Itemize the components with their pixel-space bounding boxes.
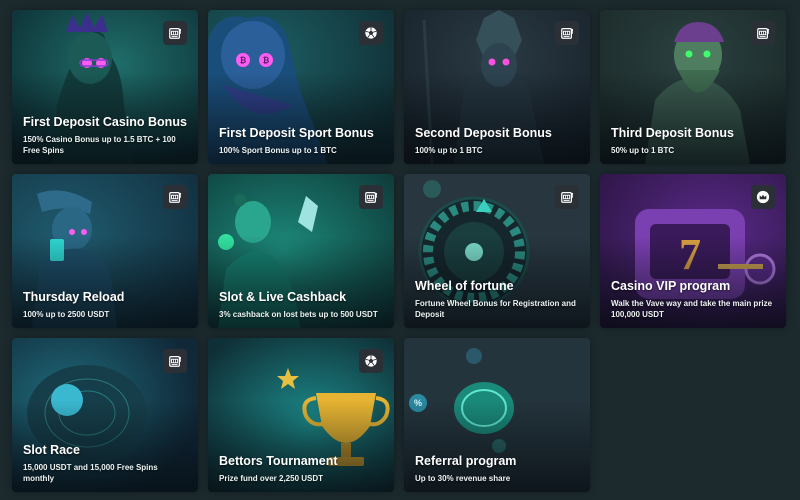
promo-card-casino-vip[interactable]: 7 Casino VIP program Walk the Vave way a… <box>600 174 786 328</box>
promo-title: Second Deposit Bonus <box>415 126 552 140</box>
promo-title: Wheel of fortune <box>415 279 514 293</box>
slot-machine-icon <box>163 185 187 209</box>
promo-card-second-deposit[interactable]: Second Deposit Bonus 100% up to 1 BTC <box>404 10 590 164</box>
promo-card-slot-race[interactable]: Slot Race 15,000 USDT and 15,000 Free Sp… <box>12 338 198 492</box>
promo-title: Slot & Live Cashback <box>219 290 347 304</box>
slot-machine-icon <box>555 21 579 45</box>
promo-title: Slot Race <box>23 443 80 457</box>
promo-title: Referral program <box>415 454 517 468</box>
promotions-grid: First Deposit Casino Bonus 150% Casino B… <box>12 10 786 492</box>
promo-description: Up to 30% revenue share <box>415 474 511 483</box>
promo-title: Casino VIP program <box>611 279 731 293</box>
slot-machine-icon <box>163 21 187 45</box>
slot-machine-icon <box>359 185 383 209</box>
crown-icon <box>751 185 775 209</box>
promo-title: Thursday Reload <box>23 290 125 304</box>
promo-card-third-deposit[interactable]: Third Deposit Bonus 50% up to 1 BTC <box>600 10 786 164</box>
promo-card-bettors-tournament[interactable]: Bettors Tournament Prize fund over 2,250… <box>208 338 394 492</box>
promo-card-wheel-of-fortune[interactable]: Wheel of fortune Fortune Wheel Bonus for… <box>404 174 590 328</box>
promo-title: First Deposit Sport Bonus <box>219 126 374 140</box>
promo-title: Third Deposit Bonus <box>611 126 734 140</box>
promo-description: Fortune Wheel Bonus for Registration and… <box>415 299 576 319</box>
promo-card-first-deposit-sport[interactable]: ₿ ₿ First Deposit Sport Bonus 100% Sport… <box>208 10 394 164</box>
promo-card-referral-program[interactable]: % Referral program Up to 30% revenue sha… <box>404 338 590 492</box>
promo-card-thursday-reload[interactable]: Thursday Reload 100% up to 2500 USDT <box>12 174 198 328</box>
slot-machine-icon <box>555 185 579 209</box>
promo-title: First Deposit Casino Bonus <box>23 115 187 129</box>
promo-title: Bettors Tournament <box>219 454 338 468</box>
soccer-ball-icon <box>359 21 383 45</box>
svg-text:₿: ₿ <box>240 56 247 65</box>
promo-description: 15,000 USDT and 15,000 Free Spins monthl… <box>23 463 158 483</box>
promo-card-slot-live-cashback[interactable]: Slot & Live Cashback 3% cashback on lost… <box>208 174 394 328</box>
promo-description: 100% up to 1 BTC <box>415 146 483 155</box>
soccer-ball-icon <box>359 349 383 373</box>
promo-description: Walk the Vave way and take the main priz… <box>611 299 773 319</box>
promo-description: 100% Sport Bonus up to 1 BTC <box>219 146 337 155</box>
promo-description: 100% up to 2500 USDT <box>23 310 110 319</box>
slot-machine-icon <box>751 21 775 45</box>
promo-card-first-deposit-casino[interactable]: First Deposit Casino Bonus 150% Casino B… <box>12 10 198 164</box>
promo-description: 150% Casino Bonus up to 1.5 BTC + 100 Fr… <box>23 135 176 155</box>
promo-description: Prize fund over 2,250 USDT <box>219 474 324 483</box>
promo-description: 3% cashback on lost bets up to 500 USDT <box>219 310 378 319</box>
svg-text:₿: ₿ <box>263 56 270 65</box>
promo-description: 50% up to 1 BTC <box>611 146 675 155</box>
slot-machine-icon <box>163 349 187 373</box>
